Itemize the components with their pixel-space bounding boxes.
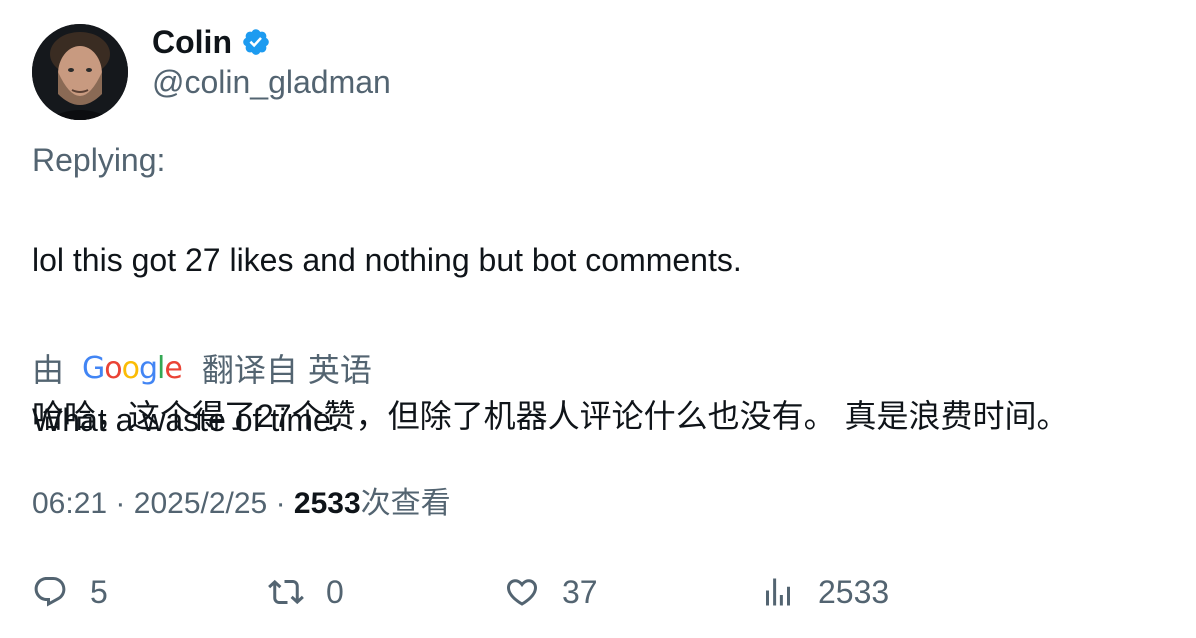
views-button[interactable]: 2533 — [760, 570, 889, 614]
tweet-text-line-1: lol this got 27 likes and nothing but bo… — [32, 242, 742, 278]
tweet-meta: 06:21 · 2025/2/25 · 2533次查看 — [32, 484, 451, 524]
translated-text: 哈哈，这个得了27个赞，但除了机器人评论什么也没有。 真是浪费时间。 — [32, 398, 1069, 434]
google-logo[interactable]: Google — [82, 351, 183, 386]
source-language: 英语 — [307, 352, 372, 388]
author-display-name[interactable]: Colin — [152, 22, 232, 62]
avatar-photo — [32, 24, 128, 120]
retweet-icon — [268, 579, 304, 605]
reply-icon — [34, 577, 66, 607]
meta-separator: · — [115, 487, 126, 520]
author-name-row[interactable]: Colin — [152, 22, 271, 62]
tweet-text: lol this got 27 likes and nothing but bo… — [32, 200, 742, 480]
translated-from-label: 翻译自 — [201, 352, 298, 388]
retweet-button[interactable]: 0 — [268, 570, 344, 614]
translation-attribution: 由 Google 翻译自 英语 — [32, 346, 372, 390]
like-count: 37 — [562, 573, 598, 610]
translated-by-label: 由 — [32, 352, 65, 388]
views-count: 2533 — [293, 487, 361, 520]
views-label: 次查看 — [360, 487, 451, 520]
heart-icon — [506, 579, 538, 606]
bar-chart-icon — [766, 578, 790, 606]
retweet-count: 0 — [326, 573, 344, 610]
like-button[interactable]: 37 — [504, 570, 598, 614]
views-action-count: 2533 — [818, 573, 890, 610]
meta-separator: · — [275, 487, 286, 520]
reply-button[interactable]: 5 — [32, 570, 108, 614]
reply-count: 5 — [90, 573, 108, 610]
author-handle[interactable]: @colin_gladman — [152, 62, 391, 102]
tweet-actions: 5 0 37 2533 — [32, 570, 1162, 614]
verified-badge-icon — [241, 27, 271, 57]
tweet-date[interactable]: 2025/2/25 — [134, 487, 267, 520]
tweet-time[interactable]: 06:21 — [32, 487, 107, 520]
avatar[interactable] — [32, 24, 128, 120]
replying-label: Replying: — [32, 142, 166, 178]
